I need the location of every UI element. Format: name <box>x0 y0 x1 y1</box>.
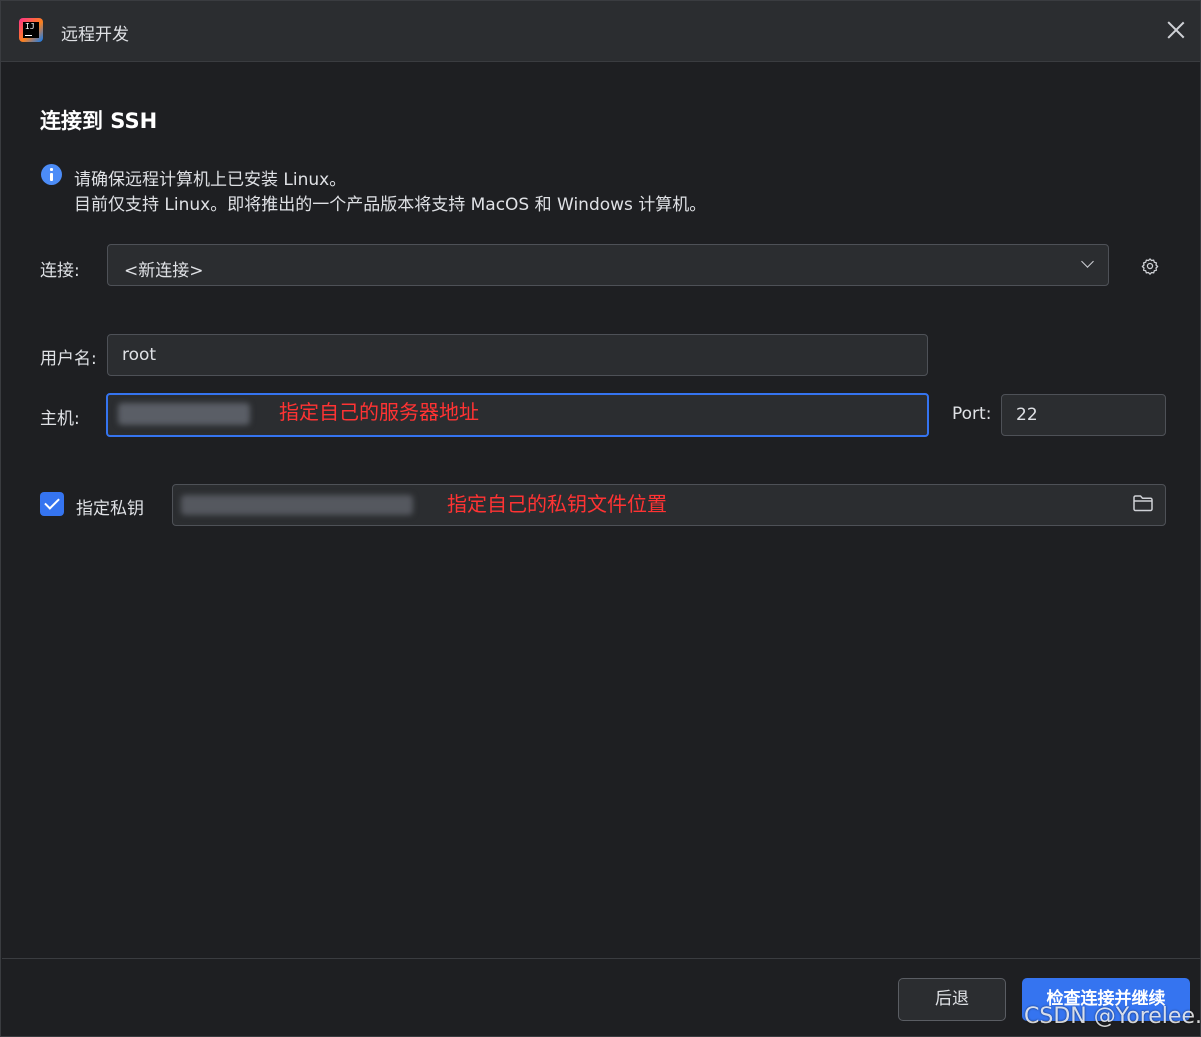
back-button[interactable]: 后退 <box>898 978 1006 1021</box>
gear-icon[interactable] <box>1141 257 1159 275</box>
connection-selected-value: <新连接> <box>124 261 204 281</box>
title-bar: IJ 远程开发 <box>1 1 1200 62</box>
check-and-continue-button[interactable]: 检查连接并继续 <box>1022 978 1190 1021</box>
remote-dev-dialog: IJ 远程开发 连接到 SSH 请确保远程计算机上已安装 Linux。 目前仅支… <box>0 0 1201 1037</box>
username-value: root <box>122 345 157 365</box>
folder-icon[interactable] <box>1133 495 1153 512</box>
port-label: Port: <box>952 404 992 424</box>
intellij-logo-icon: IJ <box>19 18 43 42</box>
info-line-1: 请确保远程计算机上已安装 Linux。 <box>74 170 347 190</box>
host-input[interactable]: 指定自己的服务器地址 <box>106 393 929 437</box>
port-input[interactable]: 22 <box>1001 394 1166 436</box>
private-key-path-input[interactable]: 指定自己的私钥文件位置 <box>172 484 1166 526</box>
window-title: 远程开发 <box>61 25 129 45</box>
private-key-checkbox[interactable] <box>40 492 64 516</box>
host-redaction <box>118 403 250 425</box>
close-icon[interactable] <box>1163 17 1189 43</box>
page-title: 连接到 SSH <box>40 109 158 133</box>
username-label: 用户名: <box>40 349 97 369</box>
connection-dropdown[interactable]: <新连接> <box>107 244 1109 286</box>
private-key-annotation: 指定自己的私钥文件位置 <box>447 492 667 516</box>
info-icon <box>41 164 62 185</box>
host-label: 主机: <box>40 409 80 429</box>
private-key-redaction <box>181 495 413 515</box>
info-line-2: 目前仅支持 Linux。即将推出的一个产品版本将支持 MacOS 和 Windo… <box>74 195 707 215</box>
chevron-down-icon <box>1081 255 1094 268</box>
port-value: 22 <box>1016 405 1038 425</box>
username-input[interactable]: root <box>107 334 928 376</box>
host-annotation: 指定自己的服务器地址 <box>279 400 479 424</box>
footer-divider <box>2 958 1201 959</box>
connection-label: 连接: <box>40 261 80 281</box>
private-key-label: 指定私钥 <box>76 499 144 519</box>
